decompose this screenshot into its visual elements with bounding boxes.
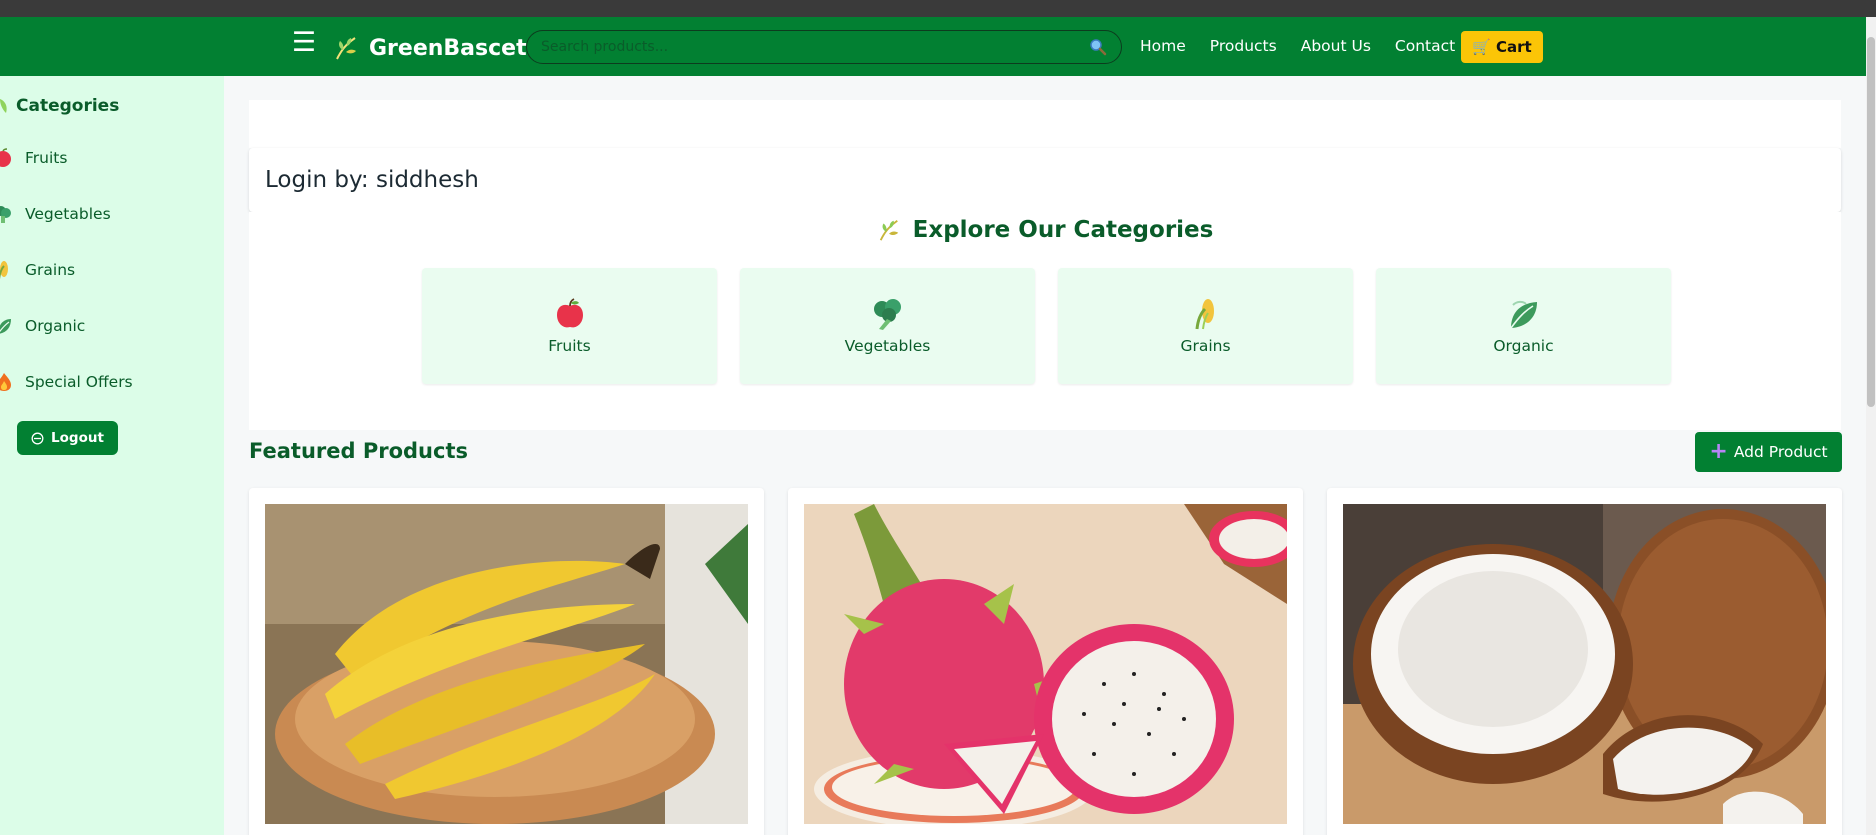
logout-icon: [31, 432, 44, 444]
sidebar-item-label: Vegetables: [25, 205, 111, 223]
product-card[interactable]: [788, 488, 1303, 835]
leaf-icon: [0, 99, 7, 113]
brand-logo[interactable]: GreenBascet: [333, 33, 527, 63]
featured-products-title: Featured Products: [249, 439, 468, 463]
search-icon[interactable]: [1089, 38, 1107, 56]
browser-top-strip: [0, 0, 1876, 17]
leaf-icon: [1509, 300, 1537, 329]
sidebar-item-special-offers[interactable]: Special Offers: [0, 372, 133, 392]
product-card[interactable]: [249, 488, 764, 835]
sidebar-heading: Categories: [0, 96, 119, 116]
login-status-card: Login by: siddhesh: [249, 148, 1841, 212]
cart-label: Cart: [1495, 38, 1532, 56]
sidebar: [0, 76, 224, 835]
nav-link-contact[interactable]: Contact: [1395, 37, 1455, 55]
dragon-fruit-image[interactable]: [804, 504, 1287, 824]
category-label: Grains: [1180, 337, 1231, 355]
cart-button[interactable]: 🛒 Cart: [1461, 31, 1543, 63]
nav-links: Home Products About Us Contact: [1140, 30, 1455, 62]
apple-icon: [0, 148, 11, 167]
sidebar-item-grains[interactable]: Grains: [0, 260, 75, 280]
broccoli-icon: [873, 299, 901, 330]
sidebar-item-label: Grains: [25, 261, 76, 279]
nav-link-home[interactable]: Home: [1140, 37, 1186, 55]
categories-section: Explore Our Categories Fruits Vegetables…: [249, 212, 1841, 430]
category-card-grains[interactable]: Grains: [1058, 268, 1353, 384]
brand-name: GreenBascet: [369, 35, 527, 61]
category-card-fruits[interactable]: Fruits: [422, 268, 717, 384]
apple-icon: [556, 298, 583, 328]
add-product-label: Add Product: [1733, 443, 1828, 461]
nav-link-products[interactable]: Products: [1210, 37, 1277, 55]
logout-button[interactable]: Logout: [17, 421, 118, 455]
sidebar-item-vegetables[interactable]: Vegetables: [0, 204, 111, 224]
banana-image[interactable]: [265, 504, 748, 824]
nav-link-about[interactable]: About Us: [1301, 37, 1371, 55]
leaf-icon: [0, 319, 11, 334]
add-product-button[interactable]: + Add Product: [1695, 432, 1842, 472]
explore-categories-title: Explore Our Categories: [249, 212, 1841, 248]
plus-icon: +: [1709, 439, 1728, 464]
category-card-vegetables[interactable]: Vegetables: [740, 268, 1035, 384]
coconut-image[interactable]: [1343, 504, 1826, 824]
category-label: Organic: [1493, 337, 1554, 355]
category-card-organic[interactable]: Organic: [1376, 268, 1671, 384]
corn-icon: [1195, 299, 1214, 330]
corn-icon: [0, 261, 8, 280]
explore-title-text: Explore Our Categories: [912, 217, 1214, 243]
category-label: Fruits: [548, 337, 591, 355]
search-bar: [526, 30, 1122, 64]
category-label: Vegetables: [844, 337, 931, 355]
sidebar-item-label: Fruits: [25, 149, 68, 167]
sidebar-item-label: Special Offers: [25, 373, 133, 391]
sidebar-item-fruits[interactable]: Fruits: [0, 148, 67, 168]
broccoli-icon: [0, 206, 11, 223]
sidebar-item-organic[interactable]: Organic: [0, 316, 85, 336]
sidebar-item-label: Organic: [25, 317, 86, 335]
logout-label: Logout: [51, 430, 104, 446]
sidebar-heading-label: Categories: [16, 96, 120, 116]
login-text: Login by: siddhesh: [265, 167, 479, 193]
leaf-icon: [879, 220, 898, 241]
search-input[interactable]: [541, 39, 1089, 55]
hamburger-menu-icon[interactable]: ☰: [290, 29, 318, 58]
product-card[interactable]: [1327, 488, 1842, 835]
scrollbar-thumb[interactable]: [1867, 37, 1875, 407]
cart-icon: 🛒: [1472, 38, 1491, 56]
fire-icon: [0, 373, 11, 391]
leaf-icon: [336, 37, 356, 60]
scrollbar[interactable]: [1866, 17, 1876, 835]
banner-area: [249, 100, 1841, 148]
